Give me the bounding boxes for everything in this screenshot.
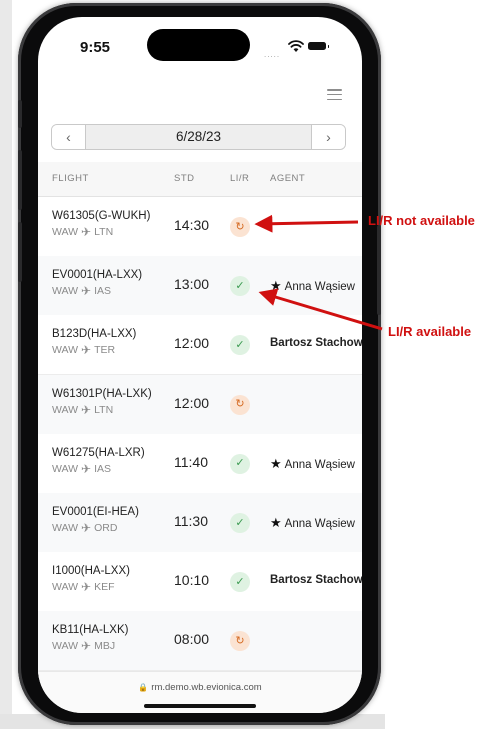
arrow-not-available [254, 214, 359, 233]
annotation-lir-not-available: LI/R not available [368, 213, 475, 228]
arrow-available [258, 288, 383, 331]
annotation-arrows [254, 214, 383, 331]
annotation-lir-available: LI/R available [388, 324, 472, 339]
